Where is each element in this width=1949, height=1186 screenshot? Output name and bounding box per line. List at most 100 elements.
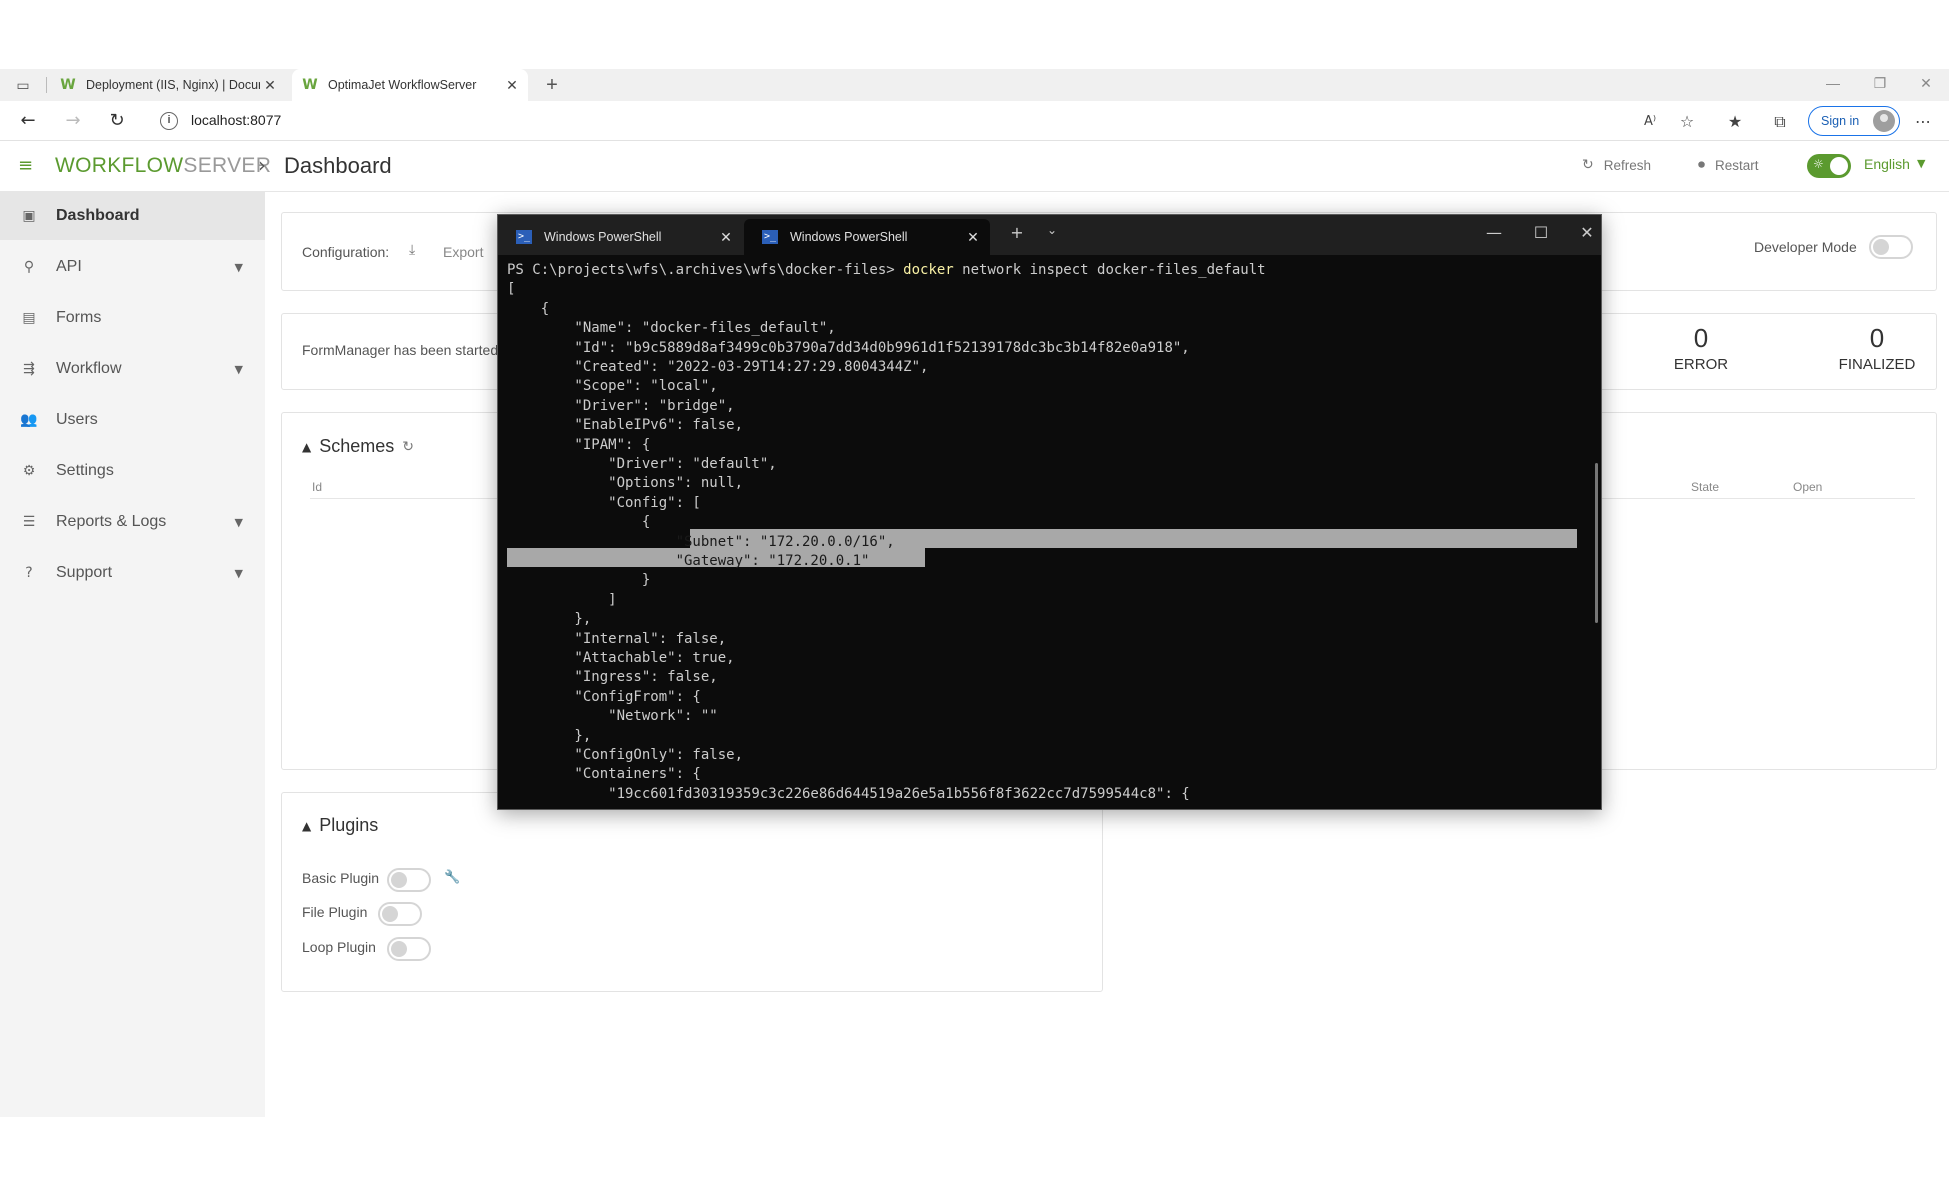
address-bar: ← → ↻ i localhost:8077 A⁾ ☆ ★ ⧉ Sign in … [0, 101, 1949, 141]
terminal-line: "Containers": { [507, 766, 701, 782]
terminal-output[interactable]: PS C:\projects\wfs\.archives\wfs\docker-… [507, 261, 1577, 802]
favorites-icon[interactable]: ★ [1724, 111, 1746, 133]
column-header-state[interactable]: State [1691, 480, 1719, 494]
chevron-down-icon: ▼ [234, 362, 243, 376]
breadcrumb-chevron-icon: › [258, 153, 266, 177]
close-window-icon[interactable]: ✕ [1914, 75, 1938, 92]
new-tab-button[interactable]: + [543, 75, 561, 95]
theme-toggle[interactable]: ☼ [1807, 154, 1851, 178]
powershell-icon: >_ [762, 230, 778, 244]
configuration-label: Configuration: [302, 244, 390, 260]
sidebar-item-label: Support [56, 564, 113, 581]
close-tab-icon[interactable]: ✕ [715, 229, 737, 246]
close-window-icon[interactable]: ✕ [1575, 223, 1599, 242]
sidebar: ▣ Dashboard ⚲ API ▼ ▤ Forms ⇶ Workflow ▼… [0, 192, 265, 1117]
reload-icon[interactable]: ↻ [105, 109, 129, 133]
terminal-line: "Driver": "bridge", [507, 398, 735, 414]
sidebar-item-support[interactable]: ? Support ▼ [0, 549, 265, 597]
reports-icon: ☰ [22, 514, 36, 530]
terminal-line: "EnableIPv6": false, [507, 417, 744, 433]
workflow-icon: ⇶ [23, 361, 35, 377]
finalized-label: FINALIZED [1838, 356, 1916, 373]
more-options-icon[interactable]: ⋯ [1912, 111, 1934, 133]
powershell-tab[interactable]: >_ Windows PowerShell ✕ [498, 219, 743, 255]
sidebar-item-users[interactable]: 👥 Users [0, 396, 265, 444]
browser-tab-workflowserver[interactable]: W OptimaJet WorkflowServer ✕ [292, 69, 528, 101]
restart-button[interactable]: ⏺ Restart [1698, 157, 1759, 173]
api-icon: ⚲ [23, 259, 35, 275]
browser-tab-deployment[interactable]: W Deployment (IIS, Nginx) | Docum ✕ [50, 69, 286, 101]
powershell-window[interactable]: >_ Windows PowerShell ✕ >_ Windows Power… [497, 214, 1602, 810]
refresh-icon[interactable]: ↻ [402, 439, 414, 455]
sidebar-item-settings[interactable]: ⚙ Settings [0, 447, 265, 495]
logo[interactable]: WORKFLOWSERVER [55, 154, 271, 178]
tab-actions-icon[interactable]: ▭ [14, 76, 32, 94]
read-aloud-icon[interactable]: A⁾ [1639, 111, 1661, 133]
chevron-down-icon[interactable]: ⌄ [1040, 223, 1064, 237]
schemes-header[interactable]: ▲ Schemes ↻ [302, 436, 414, 457]
sidebar-item-reports-logs[interactable]: ☰ Reports & Logs ▼ [0, 498, 265, 546]
maximize-icon[interactable]: ☐ [1529, 223, 1553, 242]
powershell-titlebar[interactable]: >_ Windows PowerShell ✕ >_ Windows Power… [498, 215, 1601, 255]
app-header: ≡ WORKFLOWSERVER › Dashboard ↻ Refresh ⏺… [0, 141, 1949, 192]
basic-plugin-toggle[interactable] [387, 868, 431, 892]
sidebar-item-dashboard[interactable]: ▣ Dashboard [0, 192, 265, 240]
site-info-icon[interactable]: i [160, 112, 178, 130]
refresh-button[interactable]: ↻ Refresh [1582, 157, 1651, 173]
collections-icon[interactable]: ⧉ [1769, 111, 1791, 133]
column-header-open[interactable]: Open [1793, 480, 1822, 494]
new-tab-icon[interactable]: + [1005, 223, 1029, 242]
terminal-line: "Internal": false, [507, 631, 727, 647]
terminal-line: "19cc601fd30319359c3c226e86d644519a26e5a… [507, 786, 1190, 802]
plugin-label: Loop Plugin [302, 939, 376, 955]
language-select[interactable]: English [1864, 156, 1910, 172]
export-icon[interactable]: ⤓ [409, 242, 415, 258]
powershell-tab-title: Windows PowerShell [790, 230, 908, 244]
support-icon: ? [25, 565, 33, 581]
file-plugin-toggle[interactable] [378, 902, 422, 926]
close-tab-icon[interactable]: ✕ [502, 77, 522, 94]
refresh-icon: ↻ [1582, 157, 1594, 173]
close-tab-icon[interactable]: ✕ [260, 77, 280, 94]
sign-in-button[interactable]: Sign in [1808, 106, 1900, 136]
chevron-up-icon: ▲ [302, 439, 312, 454]
terminal-line: { [507, 514, 651, 530]
sidebar-item-label: Forms [56, 309, 102, 326]
sidebar-item-forms[interactable]: ▤ Forms [0, 294, 265, 342]
logo-part-workflow: WORKFLOW [55, 154, 184, 177]
menu-icon[interactable]: ≡ [18, 155, 33, 176]
minimize-icon[interactable]: — [1821, 75, 1845, 91]
url-field[interactable]: localhost:8077 [191, 112, 281, 128]
column-header-id[interactable]: Id [312, 480, 322, 494]
loop-plugin-toggle[interactable] [387, 937, 431, 961]
status-message: FormManager has been started [302, 342, 499, 358]
terminal-scrollbar[interactable] [1595, 463, 1598, 623]
settings-icon: ⚙ [22, 463, 36, 479]
terminal-line: "Config": [ [507, 495, 701, 511]
chevron-down-icon[interactable]: ▼ [1917, 157, 1925, 170]
wrench-icon[interactable]: 🔧 [444, 870, 460, 885]
developer-mode-toggle[interactable] [1869, 235, 1913, 259]
sidebar-item-label: API [56, 258, 82, 275]
plugins-panel: ▲ Plugins Basic Plugin 🔧 File Plugin Loo… [281, 792, 1103, 992]
page-title: Dashboard [284, 153, 392, 178]
restart-label: Restart [1715, 157, 1759, 173]
powershell-tab-active[interactable]: >_ Windows PowerShell ✕ [744, 219, 990, 255]
sidebar-item-api[interactable]: ⚲ API ▼ [0, 243, 265, 291]
sun-icon: ☼ [1813, 157, 1824, 171]
chevron-down-icon: ▼ [234, 515, 243, 529]
powershell-icon: >_ [516, 230, 532, 244]
export-button[interactable]: Export [443, 244, 483, 260]
terminal-line: ] [507, 592, 617, 608]
plugins-header[interactable]: ▲ Plugins [302, 815, 378, 836]
schemes-title: Schemes [319, 436, 395, 456]
forward-icon[interactable]: → [61, 109, 85, 133]
minimize-icon[interactable]: — [1482, 223, 1506, 242]
add-favorite-icon[interactable]: ☆ [1676, 111, 1698, 133]
back-icon[interactable]: ← [16, 109, 40, 133]
terminal-line: }, [507, 728, 592, 744]
sidebar-item-workflow[interactable]: ⇶ Workflow ▼ [0, 345, 265, 393]
close-tab-icon[interactable]: ✕ [962, 229, 984, 246]
terminal-command-line: PS C:\projects\wfs\.archives\wfs\docker-… [507, 261, 1266, 280]
restore-icon[interactable]: ❐ [1868, 75, 1892, 92]
